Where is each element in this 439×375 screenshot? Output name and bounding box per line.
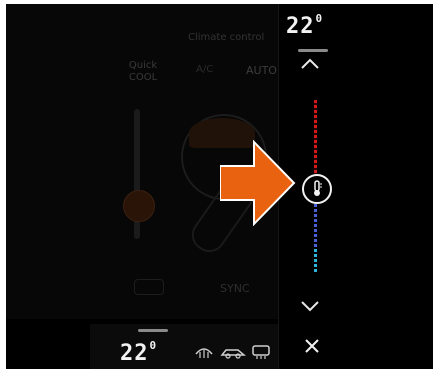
- temperature-panel: 220: [278, 4, 433, 369]
- temperature-value: 22: [286, 14, 315, 39]
- bottom-temperature-value: 22: [120, 341, 149, 366]
- bottom-climate-bar: 220: [90, 324, 278, 369]
- cold-scale[interactable]: [314, 249, 317, 274]
- recirculation-icon[interactable]: [220, 344, 247, 364]
- seat-icon: [134, 279, 164, 295]
- chevron-down-icon[interactable]: [300, 296, 320, 317]
- chevron-up-icon[interactable]: [300, 54, 320, 75]
- rear-window-heat-icon[interactable]: [252, 344, 270, 364]
- temperature-decimal: 0: [315, 12, 324, 25]
- bottom-bar-handle[interactable]: [138, 329, 168, 332]
- sync-button: SYNC: [220, 282, 250, 295]
- arrow-right-icon: [219, 139, 296, 230]
- climate-title: Climate control: [188, 32, 265, 43]
- bottom-temperature-readout[interactable]: 220: [120, 339, 158, 366]
- thermometer-icon[interactable]: [302, 174, 332, 204]
- climate-screen: Climate control Quick COOL A/C AUTO SYNC…: [6, 4, 433, 369]
- quick-cool-button: Quick COOL: [128, 60, 158, 83]
- bottom-temperature-decimal: 0: [149, 339, 158, 352]
- auto-button: AUTO: [246, 64, 277, 77]
- ac-button: A/C: [196, 64, 214, 75]
- temperature-readout: 220: [286, 12, 324, 39]
- rear-defrost-icon[interactable]: [194, 344, 214, 364]
- fan-slider-knob: [123, 190, 155, 222]
- close-icon[interactable]: [304, 338, 320, 359]
- panel-handle[interactable]: [298, 49, 328, 52]
- warm-scale[interactable]: [314, 100, 317, 174]
